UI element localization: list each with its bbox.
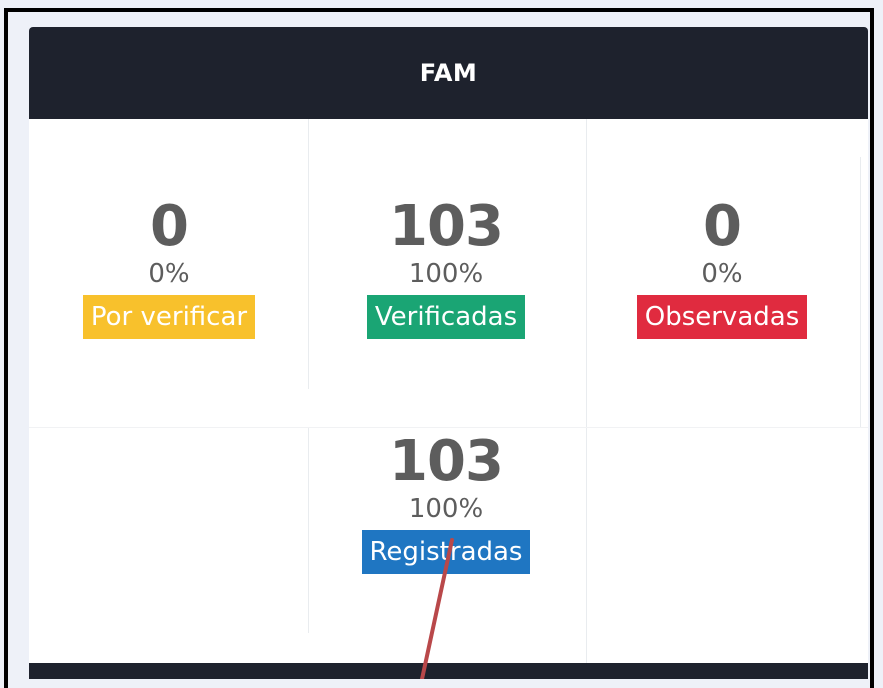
registradas-count: 103 — [389, 429, 504, 494]
por-verificar-count: 0 — [150, 194, 189, 259]
row-divider — [29, 427, 868, 428]
card-footer-bar — [29, 663, 868, 679]
observadas-badge[interactable]: Observadas — [636, 295, 808, 339]
stat-registradas: 103 100% Registradas — [346, 432, 546, 574]
stat-por-verificar: 0 0% Por verificar — [69, 197, 269, 339]
column-divider-left-top — [308, 119, 309, 389]
verificadas-count: 103 — [389, 194, 504, 259]
column-divider-left-bottom — [308, 427, 309, 633]
card-title: FAM — [419, 59, 478, 87]
stat-verificadas: 103 100% Verificadas — [346, 197, 546, 339]
card-header: FAM — [29, 27, 868, 119]
por-verificar-percent: 0% — [148, 259, 190, 289]
observadas-percent: 0% — [701, 259, 743, 289]
verificadas-badge[interactable]: Verificadas — [366, 295, 526, 339]
column-divider-right — [586, 119, 587, 663]
registradas-badge[interactable]: Registradas — [361, 530, 531, 574]
verificadas-percent: 100% — [408, 259, 484, 289]
fam-summary-card: FAM 0 0% Por verificar 103 100% Verifica… — [29, 27, 868, 679]
stat-observadas: 0 0% Observadas — [622, 197, 822, 339]
por-verificar-badge[interactable]: Por verificar — [82, 295, 256, 339]
column-divider-far-right — [860, 157, 861, 427]
observadas-count: 0 — [703, 194, 742, 259]
registradas-percent: 100% — [408, 494, 484, 524]
